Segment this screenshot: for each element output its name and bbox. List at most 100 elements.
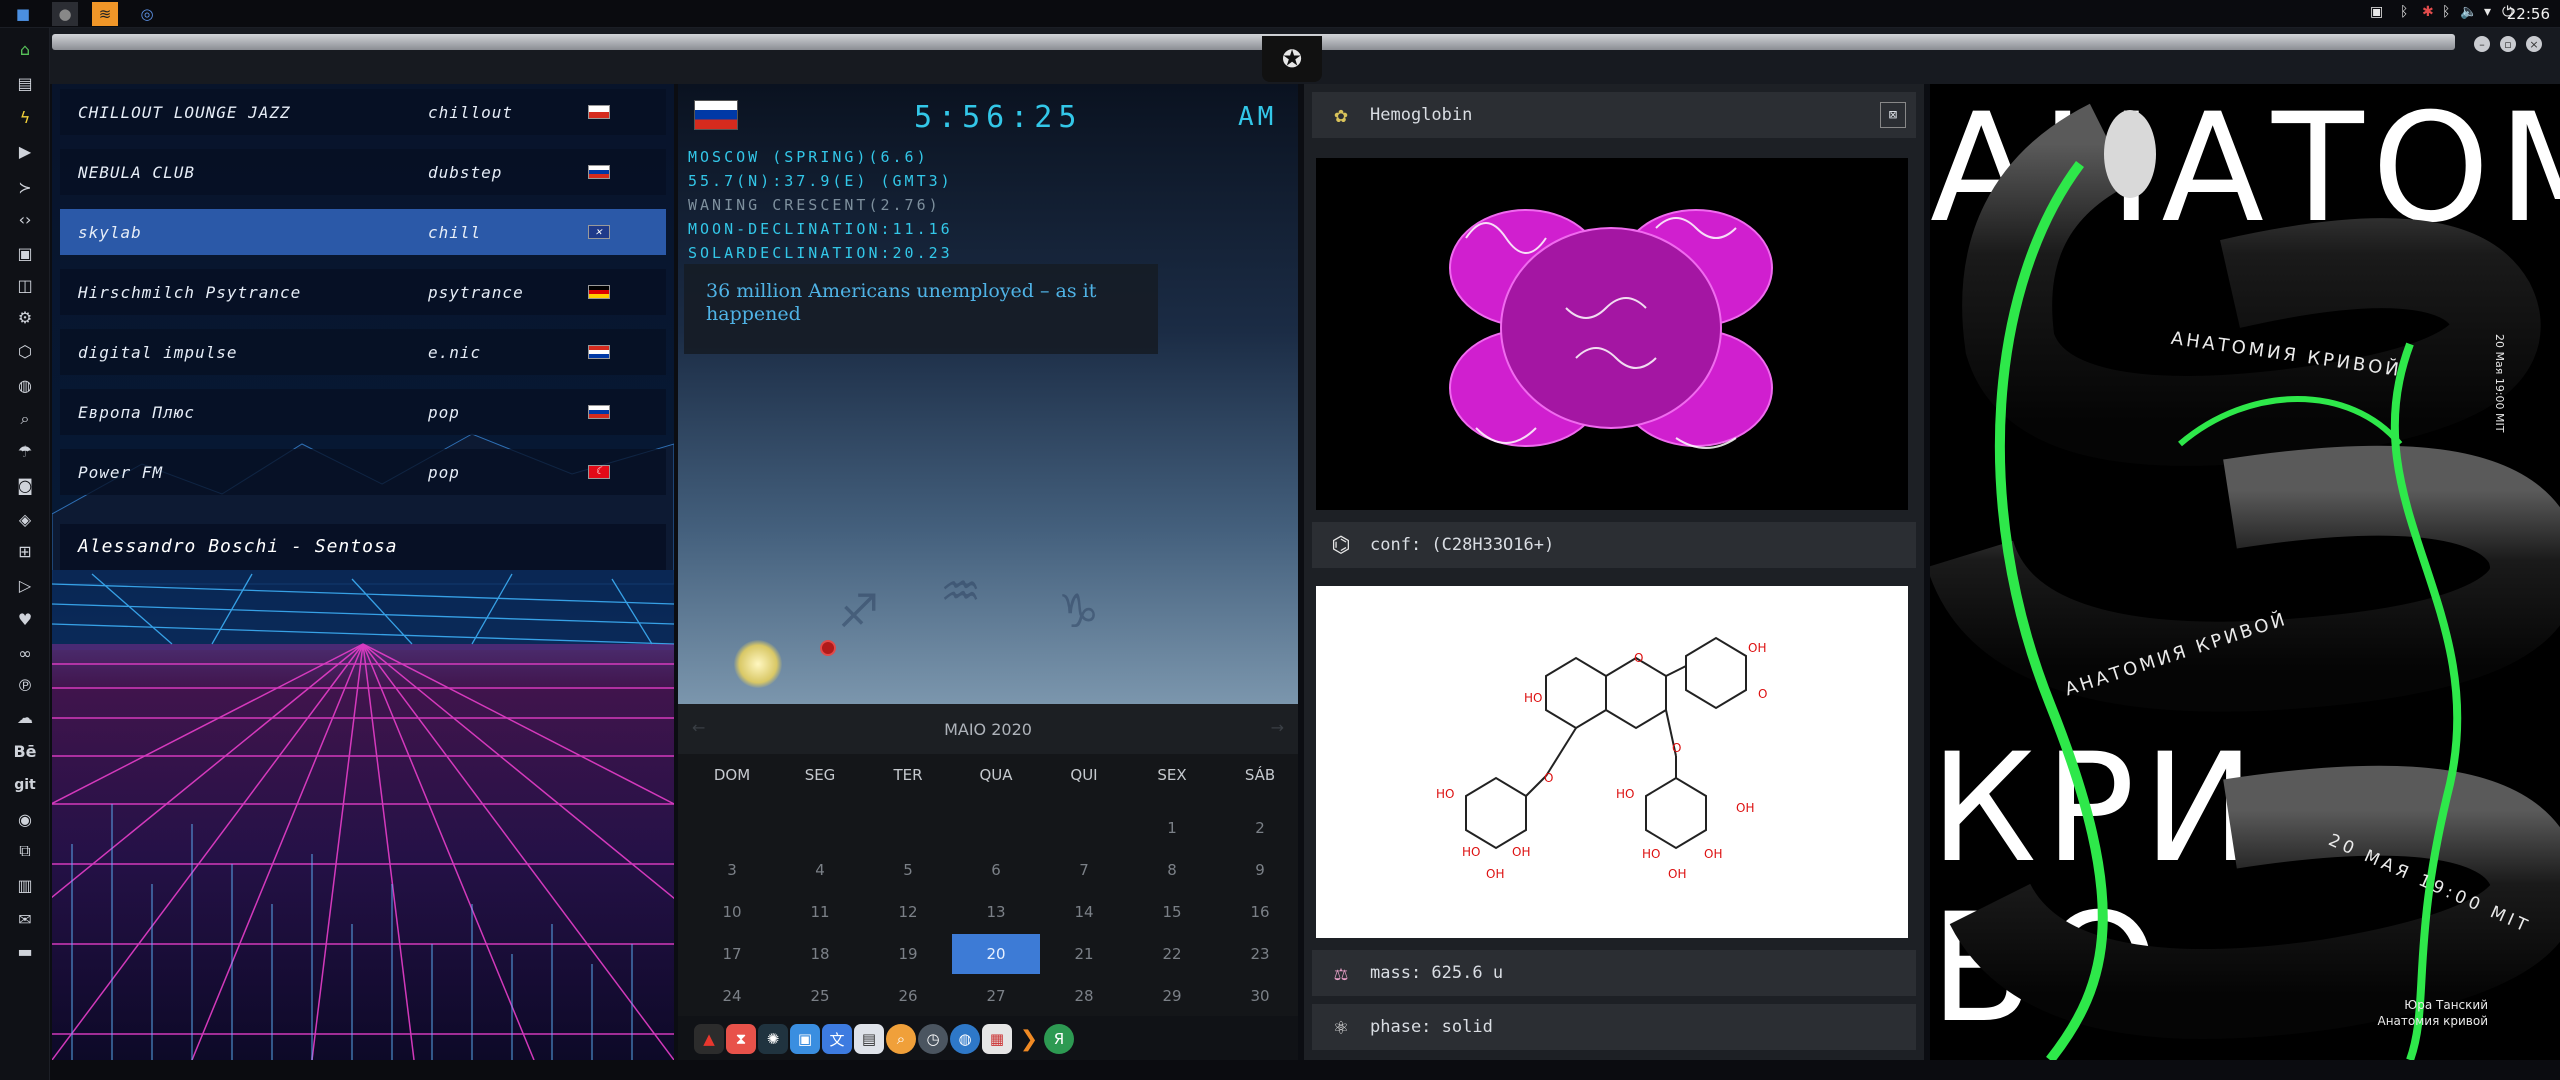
- calendar-day[interactable]: 25: [776, 976, 864, 1016]
- trash-icon[interactable]: ▬: [12, 938, 38, 964]
- chrome-icon[interactable]: ◎: [134, 2, 160, 26]
- image-icon[interactable]: ▣: [2370, 4, 2383, 20]
- calendar-day[interactable]: 23: [1216, 934, 1304, 974]
- calendar-day[interactable]: 22: [1128, 934, 1216, 974]
- calendar-day[interactable]: 4: [776, 850, 864, 890]
- youtube-icon[interactable]: ▷: [12, 572, 38, 598]
- wifi-icon[interactable]: ▾: [2484, 4, 2491, 20]
- grid-icon[interactable]: ⊞: [12, 538, 38, 564]
- volume-icon[interactable]: 🔈: [2460, 4, 2477, 20]
- play-icon[interactable]: ▶: [12, 138, 38, 164]
- app-red-icon[interactable]: ▲: [694, 1024, 724, 1054]
- calendar-icon[interactable]: ▦: [982, 1024, 1012, 1054]
- calendar-day[interactable]: 5: [864, 850, 952, 890]
- pinterest-icon[interactable]: ℗: [12, 672, 38, 698]
- calendar-day[interactable]: 6: [952, 850, 1040, 890]
- yandex-icon[interactable]: Я: [1044, 1024, 1074, 1054]
- contacts-icon[interactable]: ◙: [12, 472, 38, 498]
- calendar-day[interactable]: 21: [1040, 934, 1128, 974]
- calendar-day[interactable]: 7: [1040, 850, 1128, 890]
- behance-icon[interactable]: Bē: [12, 738, 38, 764]
- close-icon[interactable]: ⊠: [1880, 102, 1906, 128]
- lock-icon[interactable]: ✱: [2422, 4, 2434, 20]
- video-icon[interactable]: ▣: [12, 240, 38, 266]
- hexagon-icon[interactable]: ⬡: [12, 338, 38, 364]
- calendar-day[interactable]: 17: [688, 934, 776, 974]
- cube-icon[interactable]: ⧉: [12, 838, 38, 864]
- globe-icon[interactable]: ◍: [950, 1024, 980, 1054]
- chevron-right-icon[interactable]: ❯: [1014, 1024, 1044, 1054]
- news-headline[interactable]: 36 million Americans unemployed – as it …: [684, 264, 1158, 354]
- calendar-day[interactable]: 27: [952, 976, 1040, 1016]
- bottom-status-bar: [50, 1060, 2560, 1080]
- github-icon[interactable]: ◉: [12, 806, 38, 832]
- calendar-day[interactable]: 2: [1216, 808, 1304, 848]
- tag-icon[interactable]: ◈: [12, 506, 38, 532]
- calendar-day[interactable]: 30: [1216, 976, 1304, 1016]
- gear-icon[interactable]: ⚙: [12, 304, 38, 330]
- files-icon[interactable]: ■: [10, 2, 36, 26]
- maximize-icon[interactable]: ▫: [2500, 36, 2516, 52]
- heart-icon[interactable]: ♥: [12, 606, 38, 632]
- terminal-icon[interactable]: ≻: [12, 174, 38, 200]
- app-icon[interactable]: ●: [52, 2, 78, 26]
- station-name: Hirschmilch Psytrance: [78, 282, 302, 302]
- git-icon[interactable]: git: [12, 772, 38, 798]
- calendar-day[interactable]: 29: [1128, 976, 1216, 1016]
- globe-icon[interactable]: ◍: [12, 372, 38, 398]
- calendar-day-today[interactable]: 20: [952, 934, 1040, 974]
- map-icon[interactable]: ▥: [12, 872, 38, 898]
- station-row[interactable]: NEBULA CLUB dubstep: [60, 149, 666, 195]
- news-icon[interactable]: ▤: [854, 1024, 884, 1054]
- bluetooth-icon[interactable]: ᛒ: [2400, 4, 2408, 20]
- calendar-day[interactable]: 19: [864, 934, 952, 974]
- bolt-icon[interactable]: ϟ: [12, 104, 38, 130]
- calendar-day[interactable]: 15: [1128, 892, 1216, 932]
- calendar-day[interactable]: 9: [1216, 850, 1304, 890]
- calendar-day[interactable]: 8: [1128, 850, 1216, 890]
- timer-icon[interactable]: ⧗: [726, 1024, 756, 1054]
- calendar-day[interactable]: 12: [864, 892, 952, 932]
- home-icon[interactable]: ⌂: [12, 36, 38, 62]
- search-icon[interactable]: ⌕: [886, 1024, 916, 1054]
- image-icon[interactable]: ◫: [12, 272, 38, 298]
- title-gradient-bar[interactable]: [52, 34, 2455, 50]
- mail-icon[interactable]: ✉: [12, 906, 38, 932]
- station-row[interactable]: CHILLOUT LOUNGE JAZZ chillout: [60, 89, 666, 135]
- next-month-icon[interactable]: →: [1271, 718, 1284, 737]
- station-name: CHILLOUT LOUNGE JAZZ: [78, 102, 291, 122]
- prev-month-icon[interactable]: ←: [692, 718, 705, 737]
- calendar-day[interactable]: 14: [1040, 892, 1128, 932]
- calendar-day[interactable]: 24: [688, 976, 776, 1016]
- code-icon[interactable]: ‹›: [12, 206, 38, 232]
- translate-icon[interactable]: 文: [822, 1024, 852, 1054]
- clock-icon[interactable]: ◷: [918, 1024, 948, 1054]
- link-icon[interactable]: ∞: [12, 640, 38, 666]
- calendar-day[interactable]: 3: [688, 850, 776, 890]
- bluetooth-icon[interactable]: ᛒ: [2442, 4, 2450, 20]
- calendar-day[interactable]: 13: [952, 892, 1040, 932]
- globe-icon[interactable]: ✺: [758, 1024, 788, 1054]
- station-row-selected[interactable]: skylab chill ✕: [60, 209, 666, 255]
- calendar-day[interactable]: 18: [776, 934, 864, 974]
- station-row[interactable]: digital impulse e.nic: [60, 329, 666, 375]
- document-icon[interactable]: ▤: [12, 70, 38, 96]
- search-icon[interactable]: ⌕: [12, 406, 38, 432]
- weather-icon[interactable]: ☂: [12, 438, 38, 464]
- calendar-day[interactable]: 16: [1216, 892, 1304, 932]
- station-row[interactable]: Power FM pop ☾: [60, 449, 666, 495]
- calendar-day[interactable]: 10: [688, 892, 776, 932]
- close-icon[interactable]: ×: [2526, 36, 2542, 52]
- station-row[interactable]: Hirschmilch Psytrance psytrance: [60, 269, 666, 315]
- station-row[interactable]: Европа Плюс pop: [60, 389, 666, 435]
- minimize-icon[interactable]: –: [2474, 36, 2490, 52]
- taskbar-clock[interactable]: 22:56: [2507, 5, 2550, 23]
- sublime-icon[interactable]: ≋: [92, 2, 118, 26]
- rebel-emblem-icon: ✪: [1262, 36, 1322, 82]
- calendar-day[interactable]: 1: [1128, 808, 1216, 848]
- calendar-day[interactable]: 11: [776, 892, 864, 932]
- image-icon[interactable]: ▣: [790, 1024, 820, 1054]
- cloud-icon[interactable]: ☁: [12, 704, 38, 730]
- calendar-day[interactable]: 26: [864, 976, 952, 1016]
- calendar-day[interactable]: 28: [1040, 976, 1128, 1016]
